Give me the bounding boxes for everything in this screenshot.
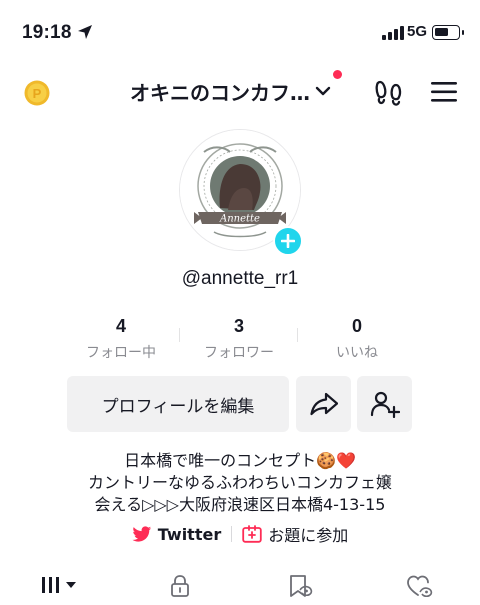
bio-line-3: 会える▷▷▷大阪府浪速区日本橋4-13-15 [94,495,386,514]
stat-following-label: フォロー中 [86,345,156,361]
stat-followers[interactable]: 3 フォロワー [180,316,298,364]
join-topic-link[interactable]: お題に参加 [242,522,348,546]
profile-stats: 4 フォロー中 3 フォロワー 0 いいね [62,316,418,364]
chevron-down-icon [315,86,331,96]
twitter-link-label: Twitter [157,524,222,544]
location-arrow-icon [78,25,92,39]
stat-likes-label: いいね [336,345,378,361]
tab-liked[interactable] [360,570,480,605]
bio-line-1: 日本橋で唯一のコンセプト🍪❤️ [124,451,356,470]
username: @annette_rr1 [181,268,299,289]
topic-plus-icon [242,525,262,543]
profile-tabs [0,570,480,605]
tab-videos[interactable] [0,570,120,605]
tab-saved[interactable] [240,570,360,605]
status-bar: 19:18 5G [0,0,480,60]
lock-icon [171,575,189,597]
twitter-link[interactable]: Twitter [132,525,221,544]
videos-grid-icon [42,577,76,593]
battery-icon [432,25,464,40]
menu-icon[interactable] [430,80,458,104]
add-avatar-button[interactable] [273,226,303,256]
cellular-signal-icon [382,26,404,40]
liked-icon [407,575,433,598]
stat-followers-label: フォロワー [204,345,274,361]
stat-followers-count: 3 [233,316,244,336]
footprint-icon[interactable] [374,79,404,107]
share-profile-button[interactable] [296,376,351,432]
coin-icon[interactable]: P [24,80,50,106]
svg-text:P: P [33,86,42,101]
account-name: オキニのコンカフ… [130,80,310,105]
stat-following-count: 4 [115,316,126,336]
join-topic-label: お題に参加 [268,526,349,545]
profile-links: Twitter お題に参加 [0,522,480,546]
stat-likes[interactable]: 0 いいね [298,316,416,364]
stat-likes-count: 0 [351,316,362,336]
add-friend-button[interactable] [357,376,412,432]
network-type: 5G [407,23,428,40]
twitter-bird-icon [132,525,151,542]
status-time: 19:18 [22,22,72,43]
tab-private[interactable] [120,570,240,605]
bio-line-2: カントリーなゆるふわわちいコンカフェ嬢 [87,473,392,492]
stat-following[interactable]: 4 フォロー中 [62,316,180,364]
notification-dot [333,70,342,79]
saved-icon [290,575,313,597]
account-switcher[interactable]: オキニのコンカフ… [130,70,342,106]
link-divider [231,526,233,542]
share-icon [309,392,338,416]
edit-profile-button[interactable]: プロフィールを編集 [67,376,289,432]
plus-icon [281,234,295,248]
add-user-icon [370,391,400,418]
avatar-text: Annette [219,214,260,225]
profile-bio: 日本橋で唯一のコンセプト🍪❤️ カントリーなゆるふわわちいコンカフェ嬢 会える▷… [0,450,480,516]
